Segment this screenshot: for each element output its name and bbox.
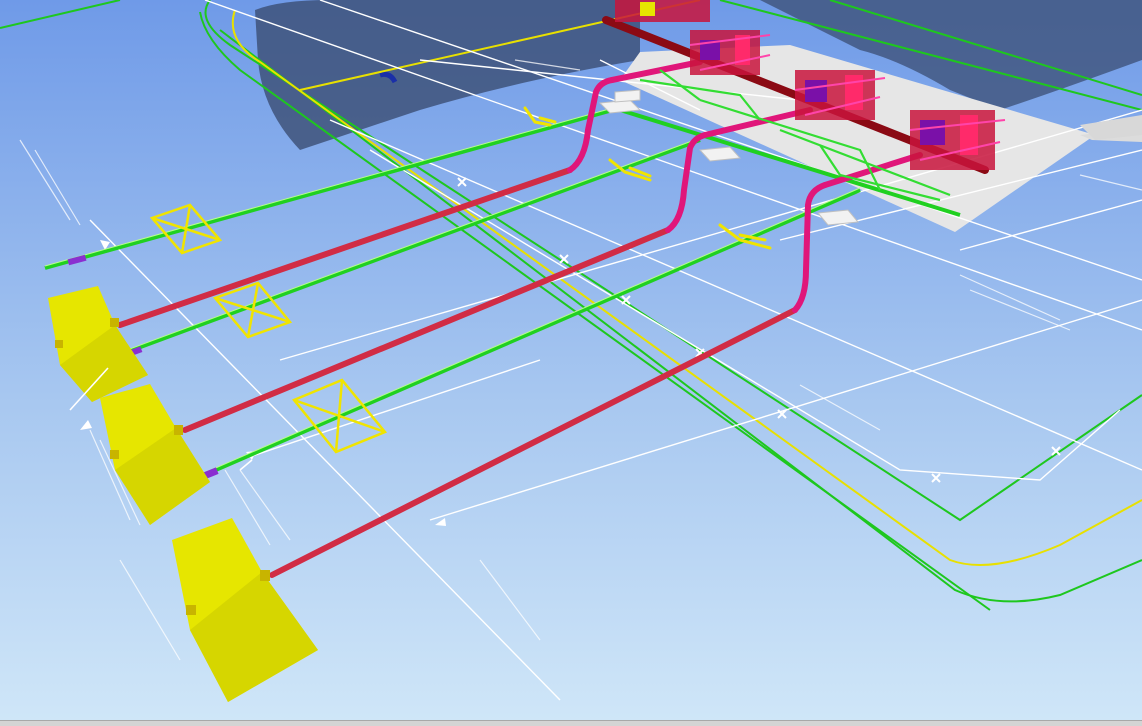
skid-2 <box>794 70 886 120</box>
model-viewport[interactable] <box>0 0 1142 720</box>
skid-top <box>615 0 710 22</box>
skid-1 <box>689 30 771 75</box>
status-strip <box>0 720 1142 726</box>
skid-3 <box>909 110 1006 170</box>
